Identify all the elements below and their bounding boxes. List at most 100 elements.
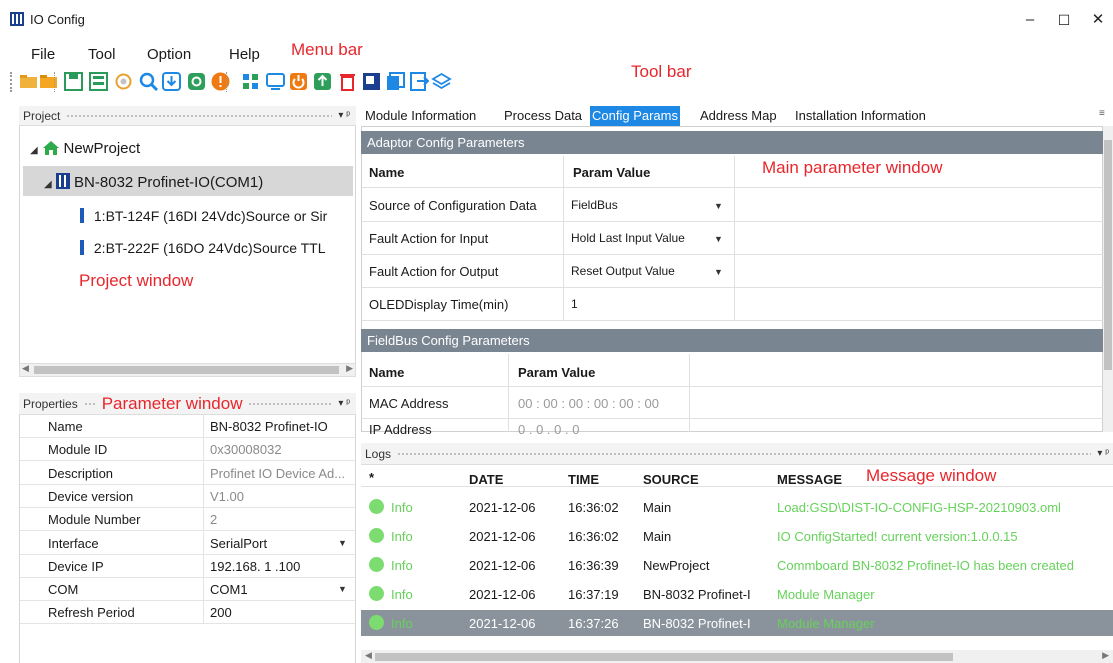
tab-process-data[interactable]: Process Data <box>502 106 584 126</box>
tab-address-map[interactable]: Address Map <box>698 106 779 126</box>
title-bar <box>0 0 1113 36</box>
scroll-thumb[interactable] <box>375 653 953 661</box>
upload-icon[interactable] <box>312 71 333 92</box>
adaptor-param-value[interactable]: 1 <box>571 297 578 311</box>
property-row[interactable]: Description Profinet IO Device Ad... <box>20 461 355 485</box>
delete-icon[interactable] <box>337 71 358 92</box>
logs-col-message[interactable]: MESSAGE <box>777 472 842 487</box>
adaptor-param-value[interactable]: Reset Output Value <box>571 264 675 278</box>
log-row[interactable]: Info 2021-12-06 16:36:02 Main Load:GSD\DIST-… <box>361 494 1113 520</box>
property-row[interactable]: COM COM1 ▼ <box>20 578 355 602</box>
adaptor-param-value[interactable]: Hold Last Input Value <box>571 231 685 245</box>
grid-line <box>361 418 1103 419</box>
fieldbus-section-header: FieldBus Config Parameters <box>361 329 1103 352</box>
import-icon[interactable] <box>409 71 430 92</box>
log-message: Load:GSD\DIST-IO-CONFIG-HSP-20210903.oml <box>777 500 1061 515</box>
tree-module-2[interactable]: 2:BT-222F (16DO 24Vdc)Source TTL <box>80 240 326 256</box>
property-value[interactable]: 0x30008032 <box>210 442 282 457</box>
layers-icon[interactable] <box>431 71 452 92</box>
module-icon[interactable] <box>240 71 261 92</box>
save-icon[interactable] <box>63 71 84 92</box>
fieldbus-param-value[interactable]: 00 : 00 : 00 : 00 : 00 : 00 <box>518 396 659 411</box>
dropdown-caret-icon[interactable]: ▼ <box>714 201 723 211</box>
search-icon[interactable] <box>138 71 159 92</box>
tab-overflow-icon[interactable]: ≡ <box>1099 108 1105 119</box>
property-value[interactable]: 192.168. 1 .100 <box>210 559 300 574</box>
dropdown-caret-icon[interactable]: ▼ <box>338 538 347 548</box>
menu-tool[interactable]: Tool <box>88 46 116 63</box>
tab-module-information[interactable]: Module Information <box>363 106 478 126</box>
property-value[interactable]: 2 <box>210 512 217 527</box>
app-logo-icon <box>10 12 24 26</box>
info-icon[interactable] <box>186 71 207 92</box>
project-name: NewProject <box>63 140 141 157</box>
logs-col-source[interactable]: SOURCE <box>643 472 699 487</box>
pin-icon[interactable]: ▾ ᵖ <box>1097 448 1113 459</box>
logs-col-level[interactable]: * <box>369 470 374 485</box>
monitor-icon[interactable] <box>265 71 286 92</box>
save-all-icon[interactable] <box>88 71 109 92</box>
grid-line <box>563 156 564 321</box>
download-icon[interactable] <box>161 71 182 92</box>
property-row[interactable]: Device version V1.00 <box>20 484 355 508</box>
logs-col-date[interactable]: DATE <box>469 472 503 487</box>
log-row[interactable]: Info 2021-12-06 16:36:39 NewProject Commboar… <box>361 552 1113 578</box>
property-row[interactable]: Refresh Period 200 <box>20 601 355 625</box>
close-button[interactable]: ✕ <box>1080 8 1113 32</box>
power-icon[interactable] <box>288 71 309 92</box>
status-dot-icon <box>369 499 384 514</box>
property-row[interactable]: Device IP 192.168. 1 .100 <box>20 554 355 578</box>
scroll-thumb[interactable] <box>34 366 339 374</box>
log-message: IO ConfigStarted! current version:1.0.0.… <box>777 529 1018 544</box>
collapse-icon[interactable]: ◢ <box>30 145 38 156</box>
copy-icon[interactable] <box>385 71 406 92</box>
menu-option[interactable]: Option <box>147 46 191 63</box>
log-row[interactable]: Info 2021-12-06 16:37:19 BN-8032 Profinet-I… <box>361 581 1113 607</box>
dropdown-caret-icon[interactable]: ▼ <box>714 234 723 244</box>
dropdown-caret-icon[interactable]: ▼ <box>338 584 347 594</box>
grid-divider <box>203 531 204 555</box>
export-icon[interactable] <box>361 71 382 92</box>
annotation-tool-bar: Tool bar <box>631 62 692 81</box>
grid-divider <box>203 601 204 625</box>
menu-help[interactable]: Help <box>229 46 260 63</box>
minimize-button[interactable]: – <box>1012 8 1048 32</box>
property-value[interactable]: Profinet IO Device Ad... <box>210 466 345 481</box>
scroll-right-icon[interactable]: ▶ <box>346 363 353 374</box>
project-hscrollbar[interactable]: ◀ ▶ <box>19 363 356 377</box>
property-value[interactable]: SerialPort <box>210 536 267 551</box>
tree-module-1[interactable]: 1:BT-124F (16DI 24Vdc)Source or Sir <box>80 208 327 224</box>
log-row[interactable]: Info 2021-12-06 16:36:02 Main IO ConfigStart… <box>361 523 1113 549</box>
scroll-thumb[interactable] <box>1104 140 1112 370</box>
scroll-right-icon[interactable]: ▶ <box>1102 650 1109 661</box>
scroll-left-icon[interactable]: ◀ <box>365 650 372 661</box>
log-row[interactable]: Info 2021-12-06 16:37:26 BN-8032 Profinet-I… <box>361 610 1113 636</box>
tab-installation-information[interactable]: Installation Information <box>793 106 928 126</box>
maximize-button[interactable]: ☐ <box>1046 8 1082 32</box>
pin-icon[interactable]: ▾ ᵖ <box>338 398 356 409</box>
logs-hscrollbar[interactable]: ◀ ▶ <box>361 650 1113 663</box>
property-row[interactable]: Interface SerialPort ▼ <box>20 531 355 555</box>
property-row[interactable]: Module Number 2 <box>20 508 355 532</box>
open-folder-icon[interactable] <box>18 71 39 92</box>
menu-file[interactable]: File <box>31 46 55 63</box>
dropdown-caret-icon[interactable]: ▼ <box>714 267 723 277</box>
property-value[interactable]: V1.00 <box>210 489 244 504</box>
collapse-icon[interactable]: ◢ <box>44 179 52 190</box>
tree-device[interactable]: ◢ BN-8032 Profinet-IO(COM1) <box>44 173 263 193</box>
property-value[interactable]: 200 <box>210 605 232 620</box>
fieldbus-col-value: Param Value <box>518 365 596 380</box>
main-vscrollbar[interactable] <box>1103 126 1113 432</box>
pin-icon[interactable]: ▾ ᵖ <box>338 110 356 121</box>
adaptor-param-value[interactable]: FieldBus <box>571 198 618 212</box>
property-value[interactable]: BN-8032 Profinet-IO <box>210 419 328 434</box>
scroll-left-icon[interactable]: ◀ <box>22 363 29 374</box>
logs-col-time[interactable]: TIME <box>568 472 599 487</box>
tab-config-params[interactable]: Config Params <box>590 106 680 126</box>
fieldbus-param-value[interactable]: 0 . 0 . 0 . 0 <box>518 422 579 437</box>
settings-icon[interactable] <box>113 71 134 92</box>
property-row[interactable]: Module ID 0x30008032 <box>20 438 355 462</box>
tree-root[interactable]: ◢ NewProject <box>30 140 140 159</box>
property-row[interactable]: Name BN-8032 Profinet-IO <box>20 415 355 438</box>
property-value[interactable]: COM1 <box>210 582 248 597</box>
